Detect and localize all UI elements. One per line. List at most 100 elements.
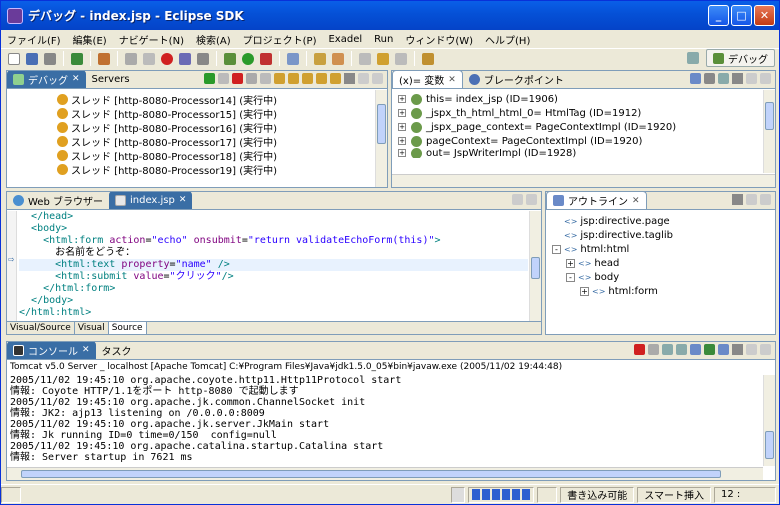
disconnect-icon[interactable]: [246, 73, 257, 84]
close-button[interactable]: ✕: [754, 5, 775, 26]
close-tab-icon[interactable]: ✕: [448, 75, 456, 85]
terminate-icon[interactable]: [232, 73, 243, 84]
remove-icon[interactable]: [260, 73, 271, 84]
tab-visual-source[interactable]: Visual/Source: [7, 322, 75, 334]
forward-icon[interactable]: [395, 52, 407, 65]
minimize-button[interactable]: _: [708, 5, 729, 26]
minimize-view-icon[interactable]: [746, 344, 757, 355]
variables-hscrollbar[interactable]: [392, 174, 775, 187]
suspend-icon[interactable]: [218, 73, 229, 84]
expand-icon[interactable]: [552, 217, 561, 226]
external-tools-icon[interactable]: [260, 52, 272, 65]
terminate-icon[interactable]: [634, 344, 645, 355]
code-line[interactable]: </body>: [19, 295, 528, 307]
scroll-thumb[interactable]: [765, 102, 774, 130]
show-logical-icon[interactable]: [704, 73, 715, 84]
scroll-thumb[interactable]: [21, 470, 721, 478]
variable-row[interactable]: + pageContext= PageContextImpl (ID=1920): [398, 134, 763, 148]
expand-icon[interactable]: [552, 231, 561, 240]
open-console-icon[interactable]: [718, 344, 729, 355]
variable-row[interactable]: + _jspx_page_context= PageContextImpl (ID…: [398, 120, 763, 134]
scroll-thumb[interactable]: [377, 104, 386, 144]
outline-item[interactable]: - <> body: [552, 270, 775, 284]
menu-project[interactable]: プロジェクト(P): [237, 32, 323, 47]
pin-icon[interactable]: [422, 52, 434, 65]
minimize-view-icon[interactable]: [746, 194, 757, 205]
run-last-icon[interactable]: [98, 52, 110, 65]
debug-config-icon[interactable]: [71, 52, 83, 65]
menu-run[interactable]: Run: [368, 34, 399, 45]
menu-navigate[interactable]: ナビゲート(N): [113, 32, 190, 47]
debug-scrollbar[interactable]: [375, 90, 387, 187]
resume-icon[interactable]: [125, 52, 137, 65]
scroll-lock-icon[interactable]: [676, 344, 687, 355]
maximize-view-icon[interactable]: [760, 73, 771, 84]
collapse-icon[interactable]: -: [566, 272, 575, 282]
tab-servers[interactable]: Servers: [86, 71, 136, 88]
suspend-icon[interactable]: [143, 52, 155, 65]
perspective-debug-button[interactable]: デバッグ: [706, 49, 775, 67]
code-line[interactable]: <html:text property="name" />: [19, 259, 528, 271]
debug-icon[interactable]: [224, 52, 236, 65]
back-icon[interactable]: [377, 52, 389, 65]
scroll-thumb[interactable]: [765, 431, 774, 459]
tab-debug[interactable]: デバッグ ✕: [7, 71, 86, 88]
expand-icon[interactable]: +: [398, 123, 406, 131]
console-output[interactable]: 2005/11/02 19:45:10 org.apache.coyote.ht…: [10, 375, 761, 466]
outline-item[interactable]: <> jsp:directive.page: [552, 214, 775, 228]
thread-row[interactable]: スレッド [http-8080-Processor16] (実行中): [57, 120, 375, 135]
tab-console[interactable]: コンソール ✕: [7, 342, 96, 359]
clear-console-icon[interactable]: [662, 344, 673, 355]
maximize-view-icon[interactable]: [372, 73, 383, 84]
search-tool-icon[interactable]: [332, 52, 344, 65]
maximize-view-icon[interactable]: [760, 344, 771, 355]
close-tab-icon[interactable]: ✕: [632, 196, 640, 206]
menu-search[interactable]: 検索(A): [190, 32, 237, 47]
open-perspective-icon[interactable]: [687, 52, 699, 64]
code-line[interactable]: </html:form>: [19, 283, 528, 295]
display-console-icon[interactable]: [704, 344, 715, 355]
expand-icon[interactable]: +: [580, 286, 589, 296]
code-line[interactable]: </head>: [19, 211, 528, 223]
collapse-icon[interactable]: -: [552, 244, 561, 254]
outline-item[interactable]: + <> head: [552, 256, 775, 270]
minimize-view-icon[interactable]: [746, 73, 757, 84]
menu-help[interactable]: ヘルプ(H): [479, 32, 536, 47]
variable-row[interactable]: + out= JspWriterImpl (ID=1928): [398, 148, 763, 158]
editor-text-area[interactable]: </head> <body> <html:form action="echo" …: [19, 211, 528, 321]
disconnect-icon[interactable]: [179, 52, 191, 65]
tab-visual[interactable]: Visual: [75, 322, 109, 334]
tab-source[interactable]: Source: [108, 322, 147, 334]
outline-item[interactable]: - <> html:html: [552, 242, 775, 256]
step-return-icon[interactable]: [302, 73, 313, 84]
thread-row[interactable]: スレッド [http-8080-Processor19] (実行中): [57, 162, 375, 177]
code-line[interactable]: </html:html>: [19, 307, 528, 319]
close-tab-icon[interactable]: ✕: [72, 74, 80, 84]
expand-icon[interactable]: +: [398, 95, 406, 103]
console-hscrollbar[interactable]: [7, 467, 763, 480]
menu-exadel[interactable]: Exadel: [322, 34, 368, 45]
new-icon[interactable]: [8, 52, 20, 65]
step-over-icon[interactable]: [288, 73, 299, 84]
drop-to-frame-icon[interactable]: [316, 73, 327, 84]
remove-launch-icon[interactable]: [648, 344, 659, 355]
maximize-button[interactable]: □: [731, 5, 752, 26]
view-menu-icon[interactable]: [732, 344, 743, 355]
code-line[interactable]: <body>: [19, 223, 528, 235]
code-line[interactable]: <html:form action="echo" onsubmit="retur…: [19, 235, 528, 247]
console-scrollbar[interactable]: [763, 375, 775, 466]
view-menu-icon[interactable]: [344, 73, 355, 84]
expand-icon[interactable]: +: [398, 149, 406, 157]
terminate-icon[interactable]: [161, 52, 173, 65]
minimize-view-icon[interactable]: [358, 73, 369, 84]
show-types-icon[interactable]: [690, 73, 701, 84]
pin-console-icon[interactable]: [690, 344, 701, 355]
open-folder-icon[interactable]: [314, 52, 326, 65]
code-line[interactable]: <html:submit value="クリック"/>: [19, 271, 528, 283]
print-icon[interactable]: [44, 52, 56, 65]
view-menu-icon[interactable]: [732, 73, 743, 84]
variables-scrollbar[interactable]: [763, 90, 775, 173]
fastview-icon[interactable]: [1, 486, 21, 503]
maximize-view-icon[interactable]: [760, 194, 771, 205]
last-edit-icon[interactable]: [359, 52, 371, 65]
